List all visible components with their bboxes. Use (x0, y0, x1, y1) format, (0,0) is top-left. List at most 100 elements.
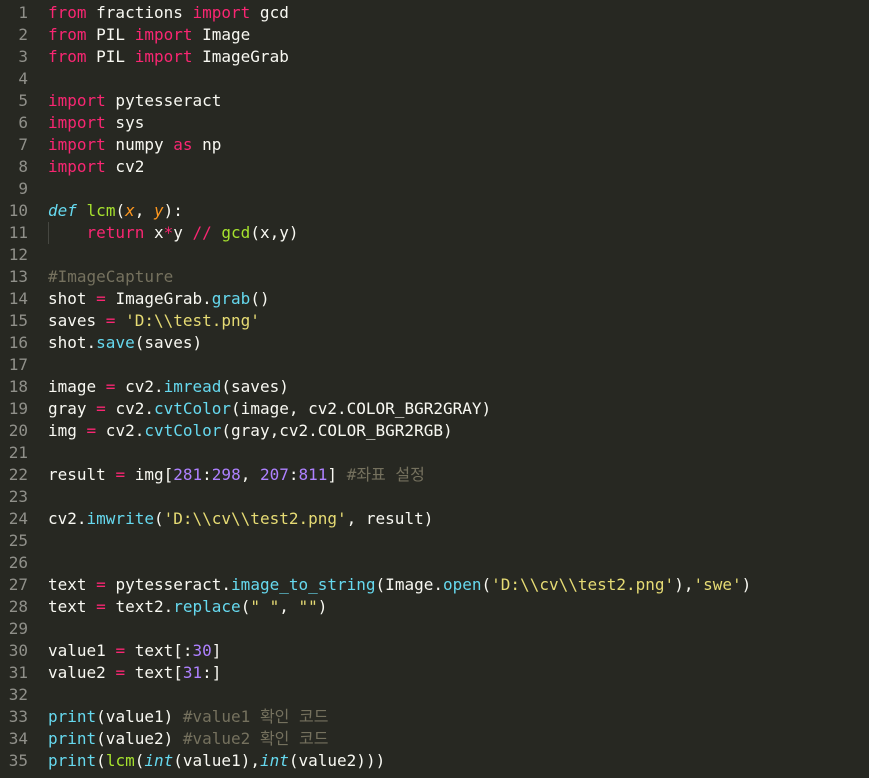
code-token: ( (153, 509, 164, 528)
code-line[interactable]: 23 (0, 486, 869, 508)
line-number: 14 (8, 289, 28, 308)
code-line[interactable]: 19 gray = cv2.cvtColor(image, cv2.COLOR_B… (0, 398, 869, 420)
code-line[interactable]: 20 img = cv2.cvtColor(gray,cv2.COLOR_BGR2… (0, 420, 869, 442)
code-token: value2 (48, 663, 116, 682)
code-token: lcm (105, 751, 135, 770)
code-line[interactable]: 35 print(lcm(int(value1),int(value2))) (0, 750, 869, 772)
code-token: (saves) (134, 333, 203, 352)
code-token: = (105, 377, 116, 396)
line-code: shot = ImageGrab.grab() (48, 288, 869, 310)
code-token: cv2. (105, 399, 154, 418)
code-line[interactable]: 26 (0, 552, 869, 574)
code-token: def (48, 201, 77, 220)
code-line[interactable]: 13 #ImageCapture (0, 266, 869, 288)
code-line[interactable]: 15 saves = 'D:\\test.png' (0, 310, 869, 332)
code-token: x (125, 201, 135, 220)
code-line[interactable]: 25 (0, 530, 869, 552)
code-token: cv2. (96, 421, 145, 440)
code-token: = (96, 399, 106, 418)
code-token: = (96, 575, 106, 594)
line-code: image = cv2.imread(saves) (48, 376, 869, 398)
line-number: 15 (8, 311, 28, 330)
code-token: ), (674, 575, 694, 594)
code-line[interactable]: 1 from fractions import gcd (0, 2, 869, 24)
code-token: cv2 (105, 157, 145, 176)
code-line[interactable]: 29 (0, 618, 869, 640)
code-line[interactable]: 21 (0, 442, 869, 464)
code-token: image_to_string (231, 575, 376, 594)
code-token: 207 (259, 465, 289, 484)
code-line[interactable]: 22 result = img[281:298, 207:811] #좌표 설정 (0, 464, 869, 486)
code-token: #value2 확인 코드 (182, 729, 329, 748)
code-line[interactable]: 11 return x*y // gcd(x,y) (0, 222, 869, 244)
code-line[interactable]: 2 from PIL import Image (0, 24, 869, 46)
line-number: 27 (8, 575, 28, 594)
line-code: shot.save(saves) (48, 332, 869, 354)
code-line[interactable]: 28 text = text2.replace(" ", "") (0, 596, 869, 618)
code-line[interactable]: 10 def lcm(x, y): (0, 200, 869, 222)
code-token: pytesseract. (105, 575, 232, 594)
line-code: print(lcm(int(value1),int(value2))) (48, 750, 869, 772)
code-line[interactable]: 24 cv2.imwrite('D:\\cv\\test2.png', resul… (0, 508, 869, 530)
code-line[interactable]: 3 from PIL import ImageGrab (0, 46, 869, 68)
code-line[interactable]: 8 import cv2 (0, 156, 869, 178)
code-line[interactable]: 33 print(value1) #value1 확인 코드 (0, 706, 869, 728)
line-number: 11 (8, 223, 28, 242)
line-code: from fractions import gcd (48, 2, 869, 24)
code-token: import (48, 113, 106, 132)
line-number: 4 (18, 69, 28, 88)
code-lines: 1 from fractions import gcd 2 from PIL impo… (0, 2, 869, 772)
line-code: gray = cv2.cvtColor(image, cv2.COLOR_BGR… (48, 398, 869, 420)
line-code: print(value1) #value1 확인 코드 (48, 706, 869, 728)
code-token: 'D:\\cv\\test2.png' (163, 509, 347, 528)
code-token: (image, cv2.COLOR_BGR2GRAY) (231, 399, 492, 418)
code-line[interactable]: 16 shot.save(saves) (0, 332, 869, 354)
code-token: = (115, 663, 126, 682)
code-line[interactable]: 34 print(value2) #value2 확인 코드 (0, 728, 869, 750)
code-token: ( (240, 597, 251, 616)
code-token: = (115, 641, 126, 660)
code-line[interactable]: 18 image = cv2.imread(saves) (0, 376, 869, 398)
line-number: 30 (8, 641, 28, 660)
code-line[interactable]: 4 (0, 68, 869, 90)
code-editor[interactable]: 1 from fractions import gcd 2 from PIL impo… (0, 0, 869, 778)
line-number: 24 (8, 509, 28, 528)
code-token: text[ (125, 663, 183, 682)
code-line[interactable]: 12 (0, 244, 869, 266)
code-line[interactable]: 9 (0, 178, 869, 200)
code-line[interactable]: 5 import pytesseract (0, 90, 869, 112)
code-token: PIL (86, 25, 135, 44)
code-token: y (173, 223, 193, 242)
code-token: (value1) (96, 707, 183, 726)
line-number: 2 (18, 25, 28, 44)
code-line[interactable]: 32 (0, 684, 869, 706)
code-token: import (134, 47, 193, 66)
line-number: 33 (8, 707, 28, 726)
code-token: , (279, 597, 299, 616)
code-token: ImageGrab (192, 47, 289, 66)
code-line[interactable]: 6 import sys (0, 112, 869, 134)
code-line[interactable]: 30 value1 = text[:30] (0, 640, 869, 662)
code-token: 30 (192, 641, 212, 660)
line-code: def lcm(x, y): (48, 200, 869, 222)
code-line[interactable]: 7 import numpy as np (0, 134, 869, 156)
code-token: fractions (86, 3, 193, 22)
code-token: = (86, 421, 97, 440)
code-line[interactable]: 17 (0, 354, 869, 376)
code-token: , (240, 465, 260, 484)
line-code: saves = 'D:\\test.png' (48, 310, 869, 332)
code-line[interactable]: 14 shot = ImageGrab.grab() (0, 288, 869, 310)
code-line[interactable]: 31 value2 = text[31:] (0, 662, 869, 684)
code-line[interactable]: 27 text = pytesseract.image_to_string(Ima… (0, 574, 869, 596)
line-number: 6 (18, 113, 28, 132)
line-number: 18 (8, 377, 28, 396)
line-code: value2 = text[31:] (48, 662, 869, 684)
